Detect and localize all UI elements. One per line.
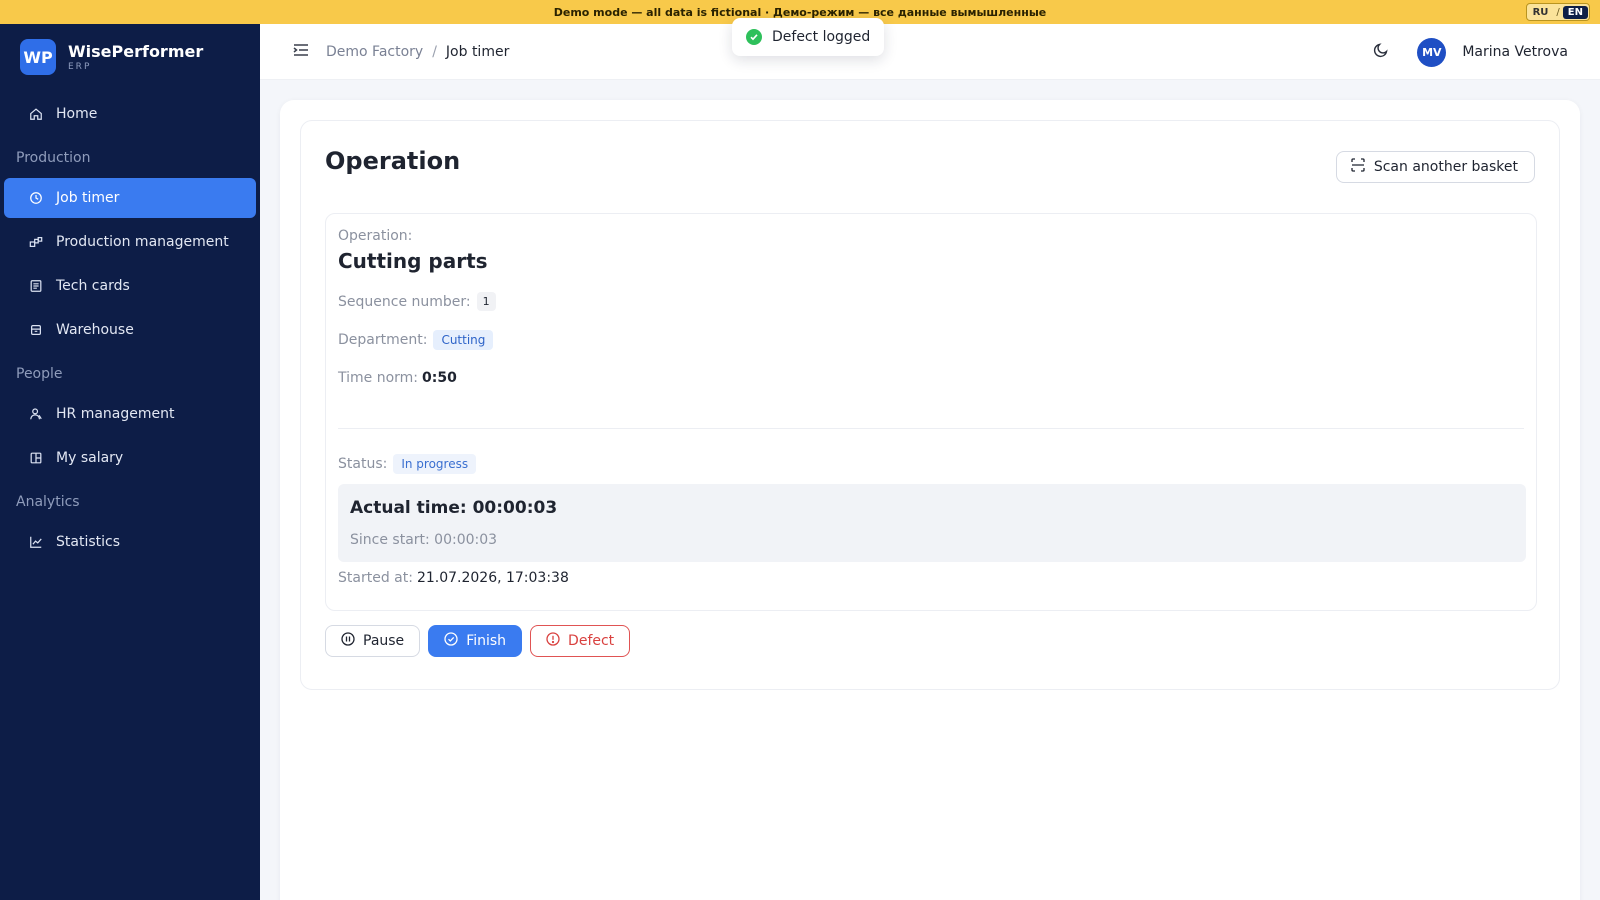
avatar[interactable]: MV bbox=[1417, 37, 1447, 67]
check-circle-icon bbox=[444, 632, 466, 650]
started-at-value: 21.07.2026, 17:03:38 bbox=[416, 570, 569, 586]
home-icon bbox=[28, 106, 44, 122]
operation-name: Cutting parts bbox=[338, 249, 488, 273]
action-buttons: Pause Finish Defect bbox=[325, 625, 631, 657]
line-chart-icon bbox=[28, 534, 44, 550]
menu-toggle-button[interactable] bbox=[292, 43, 310, 61]
pause-label: Pause bbox=[363, 633, 405, 649]
language-switch: RU / EN bbox=[1525, 3, 1590, 21]
breadcrumb: Demo Factory / Job timer bbox=[326, 44, 509, 60]
document-icon bbox=[28, 278, 44, 294]
sidebar-item-tech-cards[interactable]: Tech cards bbox=[4, 266, 256, 306]
sidebar-item-home[interactable]: Home bbox=[4, 94, 256, 134]
menu-icon bbox=[293, 42, 309, 61]
scan-icon bbox=[1351, 158, 1374, 176]
sidebar-nav: Home Production Job timer Production man… bbox=[0, 94, 260, 562]
content-panel: Operation Scan another basket Operation:… bbox=[280, 100, 1580, 900]
status-row: Status: In progress bbox=[338, 454, 477, 474]
status-badge: In progress bbox=[393, 454, 477, 474]
breadcrumb-demo-factory[interactable]: Demo Factory bbox=[326, 44, 423, 60]
pause-icon bbox=[341, 632, 363, 650]
sidebar-item-job-timer[interactable]: Job timer bbox=[4, 178, 256, 218]
sidebar-item-warehouse[interactable]: Warehouse bbox=[4, 310, 256, 350]
breadcrumb-current: Job timer bbox=[445, 43, 510, 60]
sequence-row: Sequence number: 1 bbox=[338, 292, 496, 311]
scan-another-basket-button[interactable]: Scan another basket bbox=[1335, 151, 1535, 183]
finish-button[interactable]: Finish bbox=[428, 625, 523, 657]
time-norm-row: Time norm: 0:50 bbox=[338, 370, 457, 386]
sidebar-item-label: Production management bbox=[56, 234, 229, 250]
sidebar-item-label: Tech cards bbox=[56, 278, 130, 294]
finish-label: Finish bbox=[466, 633, 507, 649]
breadcrumb-separator: / bbox=[432, 43, 437, 60]
toast-message: Defect logged bbox=[772, 29, 871, 45]
sidebar-item-label: Job timer bbox=[56, 190, 120, 206]
lang-separator: / bbox=[1556, 6, 1560, 18]
sidebar-item-statistics[interactable]: Statistics bbox=[4, 522, 256, 562]
page-title: Operation bbox=[325, 147, 461, 175]
brand-subtitle: ERP bbox=[68, 62, 92, 72]
theme-toggle-button[interactable] bbox=[1371, 42, 1391, 62]
sidebar-section-production: Production bbox=[16, 150, 91, 166]
brand[interactable]: WP WisePerformer ERP bbox=[0, 24, 260, 90]
lang-en-button[interactable]: EN bbox=[1562, 5, 1588, 19]
started-at-label: Started at: bbox=[338, 570, 413, 586]
department-badge: Cutting bbox=[433, 330, 494, 350]
box-icon bbox=[28, 322, 44, 338]
sequence-label: Sequence number: bbox=[338, 293, 471, 310]
details-divider bbox=[338, 428, 1524, 429]
defect-button[interactable]: Defect bbox=[530, 625, 631, 657]
sidebar-item-my-salary[interactable]: My salary bbox=[4, 438, 256, 478]
timer-box: Actual time: 00:00:03 Since start: 00:00… bbox=[338, 484, 1526, 562]
sidebar: WP WisePerformer ERP Home Production Job… bbox=[0, 24, 260, 900]
topbar-user-area: MV Marina Vetrova bbox=[1371, 24, 1568, 80]
blocks-icon bbox=[28, 234, 44, 250]
brand-text: WisePerformer ERP bbox=[68, 42, 203, 72]
sidebar-item-label: Warehouse bbox=[56, 322, 134, 338]
sidebar-item-label: Statistics bbox=[56, 534, 120, 550]
started-at-row: Started at: 21.07.2026, 17:03:38 bbox=[338, 570, 569, 586]
defect-label: Defect bbox=[568, 633, 615, 649]
pause-button[interactable]: Pause bbox=[325, 625, 421, 657]
department-row: Department: Cutting bbox=[338, 330, 494, 350]
sidebar-item-label: HR management bbox=[56, 406, 175, 422]
scan-button-label: Scan another basket bbox=[1373, 159, 1518, 175]
brand-name: WisePerformer bbox=[68, 42, 204, 61]
clock-icon bbox=[28, 190, 44, 206]
wallet-icon bbox=[28, 450, 44, 466]
operation-label: Operation: bbox=[338, 228, 413, 244]
alert-circle-icon bbox=[546, 632, 568, 650]
brand-logo: WP bbox=[20, 39, 56, 75]
operation-details: Operation: Cutting parts Sequence number… bbox=[325, 213, 1537, 611]
time-norm-label: Time norm: bbox=[338, 370, 419, 386]
toast-notification: Defect logged bbox=[732, 18, 885, 56]
sidebar-item-hr-management[interactable]: HR management bbox=[4, 394, 256, 434]
users-icon bbox=[28, 406, 44, 422]
top-bar: Demo Factory / Job timer MV Marina Vetro… bbox=[260, 24, 1600, 80]
sidebar-section-people: People bbox=[16, 366, 63, 382]
sidebar-item-label: Home bbox=[56, 106, 98, 122]
actual-time: Actual time: 00:00:03 bbox=[350, 498, 558, 518]
operation-card: Operation Scan another basket Operation:… bbox=[300, 120, 1560, 690]
sidebar-item-production-management[interactable]: Production management bbox=[4, 222, 256, 262]
demo-banner-text: Demo mode — all data is fictional · Демо… bbox=[553, 5, 1047, 19]
check-icon bbox=[746, 29, 762, 45]
sequence-badge: 1 bbox=[476, 292, 496, 311]
moon-icon bbox=[1373, 42, 1389, 62]
sidebar-item-label: My salary bbox=[56, 450, 124, 466]
status-label: Status: bbox=[338, 456, 388, 472]
lang-ru-button[interactable]: RU bbox=[1528, 6, 1554, 19]
department-label: Department: bbox=[338, 332, 428, 348]
user-name[interactable]: Marina Vetrova bbox=[1462, 44, 1568, 60]
time-norm-value: 0:50 bbox=[422, 370, 457, 386]
sidebar-section-analytics: Analytics bbox=[16, 494, 80, 510]
since-start: Since start: 00:00:03 bbox=[350, 532, 498, 548]
